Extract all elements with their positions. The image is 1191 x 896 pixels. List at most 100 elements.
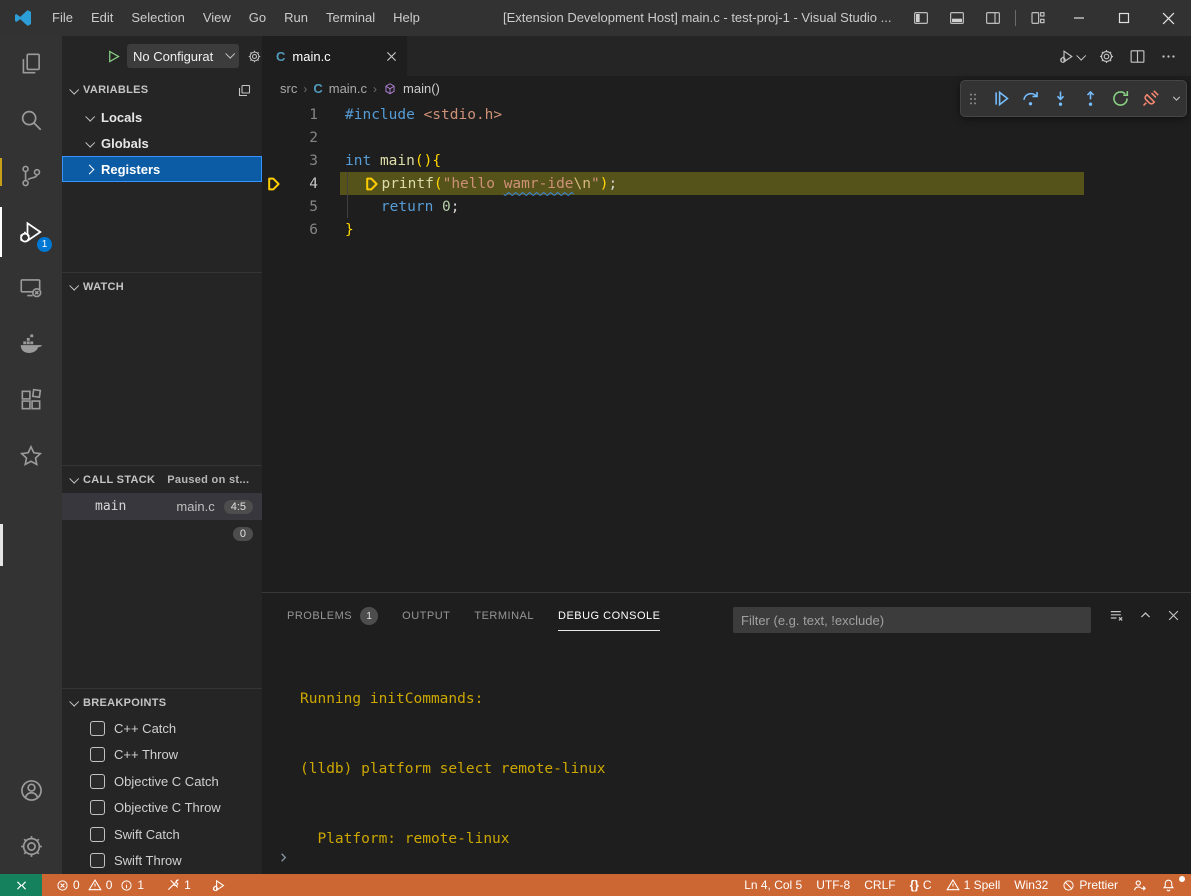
code-editor[interactable]: 1#include <stdio.h>23int main(){4 printf… [262,101,1191,592]
tab-output[interactable]: OUTPUT [402,593,450,639]
test-explorer-icon[interactable] [0,428,62,484]
extensions-icon[interactable] [0,372,62,428]
split-editor-icon[interactable] [1129,48,1146,65]
breakpoint-swift-throw[interactable]: Swift Throw [62,848,262,875]
breakpoint-checkbox[interactable] [90,721,105,736]
minimize-button[interactable] [1056,0,1101,36]
language-mode[interactable]: {} C [903,878,939,892]
toolchain-status[interactable]: 1 [159,878,198,892]
breadcrumb-symbol[interactable]: main() [403,81,440,96]
breadcrumb-file[interactable]: main.c [329,81,367,96]
menu-help[interactable]: Help [384,0,429,36]
tab-problems[interactable]: PROBLEMS 1 [287,593,378,639]
breakpoint-checkbox[interactable] [90,800,105,815]
debug-session-chevron-icon[interactable] [1170,92,1183,105]
console-filter-input[interactable] [733,607,1091,633]
settings-gear-icon[interactable] [0,818,62,874]
toggle-panel-icon[interactable] [939,0,975,36]
cursor-position[interactable]: Ln 4, Col 5 [737,878,809,892]
run-and-debug-icon[interactable]: 1 [0,204,62,260]
console-input-prompt-icon[interactable] [276,850,291,865]
watch-section-header[interactable]: WATCH [62,272,262,300]
search-icon[interactable] [0,92,62,148]
close-tab-icon[interactable] [386,51,397,62]
customize-layout-icon[interactable] [1020,0,1056,36]
source-control-icon[interactable] [0,148,62,204]
eol-sequence[interactable]: CRLF [857,878,902,892]
encoding[interactable]: UTF-8 [809,878,857,892]
breakpoint-checkbox[interactable] [90,774,105,789]
step-out-icon[interactable] [1080,88,1101,109]
breakpoint-gutter[interactable] [262,195,286,218]
breakpoint-cpp-throw[interactable]: C++ Throw [62,742,262,769]
call-stack-section-header[interactable]: CALL STACK Paused on st... [62,465,262,493]
formatter-status[interactable]: Prettier [1055,878,1125,892]
spell-checker-status[interactable]: 1 Spell [939,878,1008,892]
start-debugging-icon[interactable] [106,49,121,64]
breakpoint-checkbox[interactable] [90,747,105,762]
breakpoint-gutter[interactable] [262,218,286,241]
breakpoint-gutter[interactable] [262,103,286,126]
debug-configuration-dropdown[interactable]: No Configurat [127,44,239,68]
debug-status-icon-item[interactable] [204,878,233,893]
copy-value-icon[interactable] [237,83,252,98]
toolbar-drag-grip[interactable] [965,91,981,107]
thread-row[interactable]: 0 [62,520,262,547]
step-into-icon[interactable] [1050,88,1071,109]
code-line[interactable]: 4 printf("hello wamr-ide\n"); [262,172,1191,195]
current-frame-gutter-arrow-icon[interactable] [262,172,286,195]
code-line[interactable]: 3int main(){ [262,149,1191,172]
disconnect-icon[interactable] [1140,88,1161,109]
menu-view[interactable]: View [194,0,240,36]
breakpoint-checkbox[interactable] [90,827,105,842]
remote-explorer-icon[interactable] [0,260,62,316]
account-icon[interactable] [0,762,62,818]
breakpoint-gutter[interactable] [262,126,286,149]
docker-icon[interactable] [0,316,62,372]
tab-main-c[interactable]: C main.c [262,36,407,76]
menu-go[interactable]: Go [240,0,275,36]
run-or-debug-button[interactable] [1058,48,1084,65]
more-actions-icon[interactable] [1160,48,1177,65]
code-line[interactable]: 6} [262,218,1191,241]
maximize-button[interactable] [1101,0,1146,36]
variables-section-header[interactable]: VARIABLES [62,76,262,104]
maximize-panel-chevron-icon[interactable] [1138,608,1153,623]
breadcrumb-folder[interactable]: src [280,81,297,96]
step-over-icon[interactable] [1020,88,1041,109]
close-window-button[interactable] [1146,0,1191,36]
feedback-account-item[interactable] [1125,878,1154,893]
clear-console-icon[interactable] [1108,607,1125,624]
code-line[interactable]: 5 return 0; [262,195,1191,218]
notifications-bell[interactable] [1154,878,1183,893]
continue-icon[interactable] [990,88,1011,109]
editor-settings-gear-icon[interactable] [1098,48,1115,65]
close-panel-icon[interactable] [1166,608,1181,623]
code-line[interactable]: 2 [262,126,1191,149]
breakpoints-section-header[interactable]: BREAKPOINTS [62,688,262,716]
tab-terminal[interactable]: TERMINAL [474,593,534,639]
menu-edit[interactable]: Edit [82,0,122,36]
menu-terminal[interactable]: Terminal [317,0,384,36]
remote-indicator[interactable] [0,874,42,896]
configure-launch-gear-icon[interactable] [247,49,262,64]
menu-file[interactable]: File [43,0,82,36]
breakpoint-cpp-catch[interactable]: C++ Catch [62,715,262,742]
variables-scope-registers[interactable]: Registers [62,156,262,182]
stack-frame-row[interactable]: main main.c 4:5 [62,493,262,520]
menu-selection[interactable]: Selection [122,0,193,36]
variables-scope-globals[interactable]: Globals [62,130,262,156]
breakpoint-swift-catch[interactable]: Swift Catch [62,821,262,848]
explorer-icon[interactable] [0,36,62,92]
problems-status[interactable]: 0 0 1 [49,878,151,892]
breakpoint-objc-throw[interactable]: Objective C Throw [62,795,262,822]
breakpoint-objc-catch[interactable]: Objective C Catch [62,768,262,795]
menu-run[interactable]: Run [275,0,317,36]
breakpoint-gutter[interactable] [262,149,286,172]
tab-debug-console[interactable]: DEBUG CONSOLE [558,593,660,639]
toggle-secondary-sidebar-icon[interactable] [975,0,1011,36]
breakpoint-checkbox[interactable] [90,853,105,868]
platform-target[interactable]: Win32 [1007,878,1055,892]
toggle-sidebar-icon[interactable] [903,0,939,36]
restart-icon[interactable] [1110,88,1131,109]
